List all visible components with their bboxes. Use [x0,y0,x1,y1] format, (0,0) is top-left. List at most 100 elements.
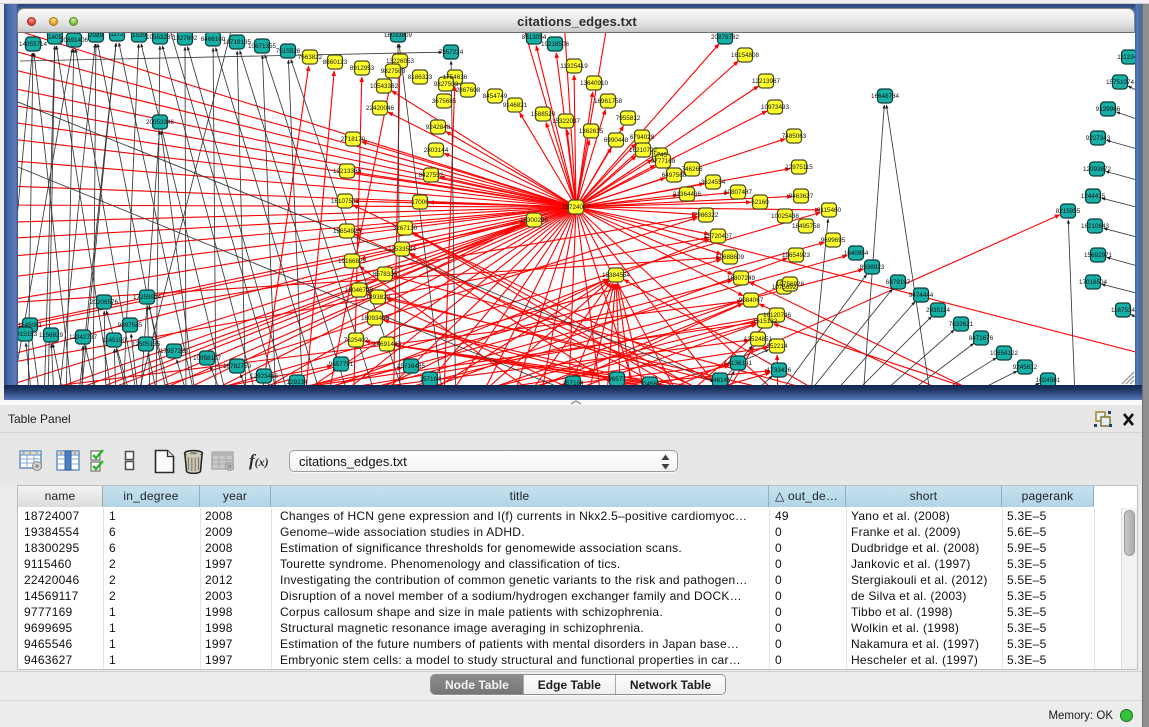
svg-text:129234: 129234 [286,379,308,385]
svg-text:18724007: 18724007 [562,204,591,211]
svg-text:9657791: 9657791 [329,361,354,368]
svg-text:7485063: 7485063 [782,133,807,140]
svg-text:10807487: 10807487 [724,189,753,196]
svg-text:12093872: 12093872 [1083,166,1112,173]
svg-text:16107533: 16107533 [331,198,360,205]
svg-text:13640910: 13640910 [580,80,609,87]
svg-text:17957223: 17957223 [160,348,189,355]
svg-text:2718170: 2718170 [341,136,366,143]
svg-text:9777169: 9777169 [651,158,676,165]
svg-text:16961758: 16961758 [594,98,623,105]
svg-text:1588520: 1588520 [531,111,556,118]
svg-text:7663822: 7663822 [298,54,323,61]
svg-text:6879197: 6879197 [886,279,911,286]
svg-text:9115460: 9115460 [817,207,842,214]
svg-text:22420046: 22420046 [366,105,395,112]
svg-text:17006: 17006 [411,199,429,206]
svg-text:1327602: 1327602 [173,35,198,42]
svg-text:10553287: 10553287 [146,34,175,41]
svg-text:9463627: 9463627 [789,193,814,200]
svg-text:16093489: 16093489 [361,315,390,322]
svg-text:16154808: 16154808 [731,52,760,59]
svg-text:10973493: 10973493 [761,104,790,111]
svg-text:9699695: 9699695 [821,237,846,244]
svg-text:11325419: 11325419 [560,63,588,70]
svg-text:10958107: 10958107 [193,355,222,362]
svg-text:8215955: 8215955 [1056,208,1081,215]
svg-text:2935114: 2935114 [926,307,951,314]
svg-text:10671355: 10671355 [248,43,277,50]
svg-text:14691447: 14691447 [373,341,402,348]
svg-text:62160: 62160 [751,199,769,206]
svg-text:20053346: 20053346 [146,119,175,126]
svg-text:1145061: 1145061 [18,322,43,329]
svg-text:15322037: 15322037 [552,118,581,125]
svg-text:17359924: 17359924 [133,294,162,301]
svg-text:16648784: 16648784 [871,93,900,100]
svg-text:124561: 124561 [639,381,661,385]
svg-text:2867608: 2867608 [456,87,481,94]
svg-text:8471676: 8471676 [969,335,994,342]
svg-text:14055714: 14055714 [19,41,48,48]
svg-text:7357224: 7357224 [439,49,464,56]
svg-text:15716485: 15716485 [397,363,426,370]
svg-text:12975115: 12975115 [785,164,813,171]
svg-text:3624554: 3624554 [701,179,726,186]
svg-text:13524851: 13524851 [744,336,773,343]
svg-text:10025438: 10025438 [771,213,800,220]
svg-text:21364436: 21364436 [673,191,702,198]
svg-text:19654923: 19654923 [782,252,811,259]
svg-text:10654122: 10654122 [990,350,1019,357]
svg-text:1539: 1539 [132,33,147,39]
svg-text:157164: 157164 [419,376,441,383]
svg-text:20891406: 20891406 [60,37,89,44]
svg-text:9474444: 9474444 [909,292,934,299]
svg-text:16046798: 16046798 [345,287,374,294]
svg-text:9227343: 9227343 [1086,135,1111,142]
svg-text:16210643: 16210643 [1081,223,1110,230]
svg-text:9245612: 9245612 [1013,364,1038,371]
svg-text:10543362: 10543362 [370,83,399,90]
svg-text:3915153: 3915153 [18,331,38,338]
svg-text:8912953: 8912953 [350,65,375,72]
svg-text:15692971: 15692971 [1084,252,1113,259]
svg-text:3675685: 3675685 [432,98,457,105]
svg-text:18807249: 18807249 [727,275,756,282]
svg-text:9129966: 9129966 [1096,106,1121,113]
svg-text:18495758: 18495758 [792,223,821,230]
svg-text:1733426: 1733426 [767,367,792,374]
svg-text:16782759: 16782759 [223,363,252,370]
svg-text:157164: 157164 [562,380,584,385]
svg-text:8454749: 8454749 [483,93,508,100]
svg-text:6990448: 6990448 [604,137,629,144]
svg-text:12923446: 12923446 [250,373,279,380]
svg-text:1156829: 1156829 [39,332,64,339]
svg-text:252214: 252214 [766,343,788,350]
svg-text:10756928: 10756928 [776,281,805,288]
svg-text:13533594: 13533594 [388,246,417,253]
svg-text:7625402: 7625402 [344,337,369,344]
svg-text:9827503: 9827503 [381,68,406,75]
svg-text:3267130: 3267130 [393,225,418,232]
svg-text:12213967: 12213967 [752,78,781,85]
svg-text:2089: 2089 [89,33,104,39]
svg-text:8186323: 8186323 [408,74,433,81]
svg-text:20206576: 20206576 [90,299,119,306]
svg-text:19166825: 19166825 [338,258,367,265]
svg-text:7955812: 7955812 [616,115,641,122]
svg-text:1362615: 1362615 [579,128,604,135]
svg-text:19218506: 19218506 [541,41,570,48]
svg-text:10688609: 10688609 [716,254,745,261]
svg-text:9397585: 9397585 [118,322,143,329]
svg-text:2803144: 2803144 [424,147,449,154]
svg-text:7632621: 7632621 [949,321,974,328]
svg-text:1244415: 1244415 [1081,193,1106,200]
svg-text:1754636: 1754636 [443,74,468,81]
svg-text:18300295: 18300295 [520,217,549,224]
svg-text:9084067: 9084067 [739,297,764,304]
svg-text:19654925: 19654925 [333,228,362,235]
svg-text:96577: 96577 [608,376,626,383]
svg-text:8938923: 8938923 [860,264,885,271]
svg-text:6497568: 6497568 [662,172,687,179]
svg-text:146141: 146141 [709,377,731,384]
